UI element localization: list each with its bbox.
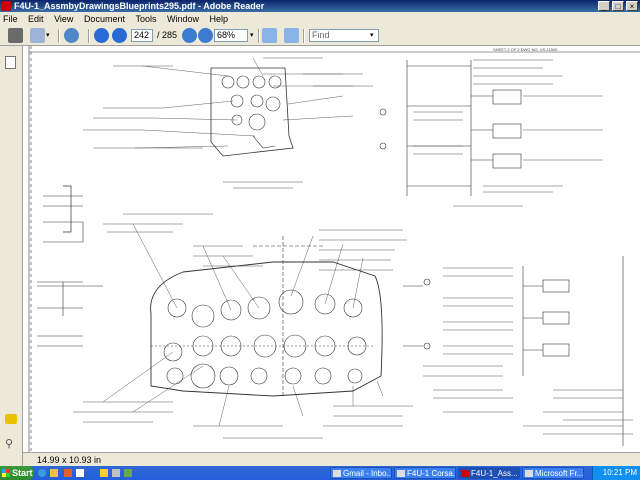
maximize-button[interactable]: □ bbox=[612, 1, 624, 11]
windows-flag-icon bbox=[2, 469, 10, 477]
title-bar: F4U-1_AssmbyDrawingsBlueprints295.pdf - … bbox=[0, 0, 640, 12]
full-screen-icon[interactable] bbox=[284, 28, 299, 43]
taskbar: Start Gmail - Inbo... F4U-1 Corsa... F4U… bbox=[0, 466, 640, 480]
browser-icon bbox=[333, 470, 341, 477]
blueprint-drawing: SHEET 2 OF 2 DWG NO. VS-11500 bbox=[28, 46, 640, 452]
previous-page-icon[interactable] bbox=[94, 28, 109, 43]
attachment-icon[interactable]: ⚲ bbox=[5, 438, 17, 450]
system-tray: 10:21 PM bbox=[592, 466, 640, 480]
toolbar-separator bbox=[258, 29, 260, 43]
start-button[interactable]: Start bbox=[0, 466, 34, 480]
next-page-icon[interactable] bbox=[112, 28, 127, 43]
comment-icon[interactable] bbox=[5, 414, 17, 424]
navigation-panel: ⚲ bbox=[0, 46, 23, 466]
chevron-down-icon[interactable]: ▾ bbox=[46, 28, 50, 43]
start-label: Start bbox=[12, 468, 33, 478]
taskbar-item-adobe-reader[interactable]: F4U-1_Ass... bbox=[458, 467, 520, 479]
menu-edit[interactable]: Edit bbox=[24, 12, 48, 26]
app-icon bbox=[525, 470, 533, 477]
zoom-out-icon[interactable] bbox=[182, 28, 197, 43]
drawing-header-note: SHEET 2 OF 2 DWG NO. VS-11500 bbox=[493, 47, 558, 52]
document-view[interactable]: SHEET 2 OF 2 DWG NO. VS-11500 bbox=[23, 46, 640, 452]
folder-icon bbox=[397, 470, 405, 477]
pages-icon[interactable] bbox=[5, 56, 16, 69]
menu-bar: File Edit View Document Tools Window Hel… bbox=[0, 12, 640, 26]
zoom-level-field[interactable]: 68% bbox=[214, 29, 248, 42]
menu-document[interactable]: Document bbox=[80, 12, 129, 26]
pdf-icon bbox=[461, 470, 469, 477]
zoom-in-icon[interactable] bbox=[198, 28, 213, 43]
menu-file[interactable]: File bbox=[0, 12, 22, 26]
adobe-reader-icon bbox=[1, 1, 11, 11]
quick-launch-icon[interactable] bbox=[38, 469, 46, 477]
toolbar: ▾ 242 / 285 68% ▾ Find ▾ bbox=[0, 26, 640, 46]
find-input[interactable]: Find bbox=[309, 29, 379, 42]
minimize-button[interactable]: _ bbox=[598, 1, 610, 11]
quick-launch-icon[interactable] bbox=[100, 469, 108, 477]
print-icon[interactable] bbox=[8, 28, 23, 43]
email-icon[interactable] bbox=[30, 28, 45, 43]
organizer-icon[interactable] bbox=[64, 28, 79, 43]
taskbar-item-corsair[interactable]: F4U-1 Corsa... bbox=[394, 467, 456, 479]
quick-launch-icon[interactable] bbox=[76, 469, 84, 477]
menu-view[interactable]: View bbox=[50, 12, 77, 26]
taskbar-item-gmail[interactable]: Gmail - Inbo... bbox=[330, 467, 392, 479]
chevron-down-icon[interactable]: ▾ bbox=[250, 28, 254, 43]
toolbar-separator bbox=[58, 29, 60, 43]
page-total: / 285 bbox=[157, 30, 178, 40]
quick-launch-icon[interactable] bbox=[124, 469, 132, 477]
menu-tools[interactable]: Tools bbox=[131, 12, 160, 26]
status-bar: 14.99 x 10.93 in bbox=[23, 452, 640, 466]
taskbar-item-microsoft[interactable]: Microsoft Fr... bbox=[522, 467, 584, 479]
menu-window[interactable]: Window bbox=[163, 12, 203, 26]
toolbar-separator bbox=[303, 29, 305, 43]
quick-launch-icon[interactable] bbox=[50, 469, 58, 477]
menu-help[interactable]: Help bbox=[206, 12, 233, 26]
quick-launch-icon[interactable] bbox=[112, 469, 120, 477]
chevron-down-icon[interactable]: ▾ bbox=[370, 28, 374, 43]
page-number-field[interactable]: 242 bbox=[131, 29, 153, 42]
clock[interactable]: 10:21 PM bbox=[603, 468, 637, 477]
page-size-label: 14.99 x 10.93 in bbox=[37, 455, 102, 465]
quick-launch-icon[interactable] bbox=[64, 469, 72, 477]
toolbar-separator bbox=[88, 29, 90, 43]
close-button[interactable]: × bbox=[626, 1, 638, 11]
fit-page-icon[interactable] bbox=[262, 28, 277, 43]
window-title: F4U-1_AssmbyDrawingsBlueprints295.pdf - … bbox=[14, 1, 265, 11]
